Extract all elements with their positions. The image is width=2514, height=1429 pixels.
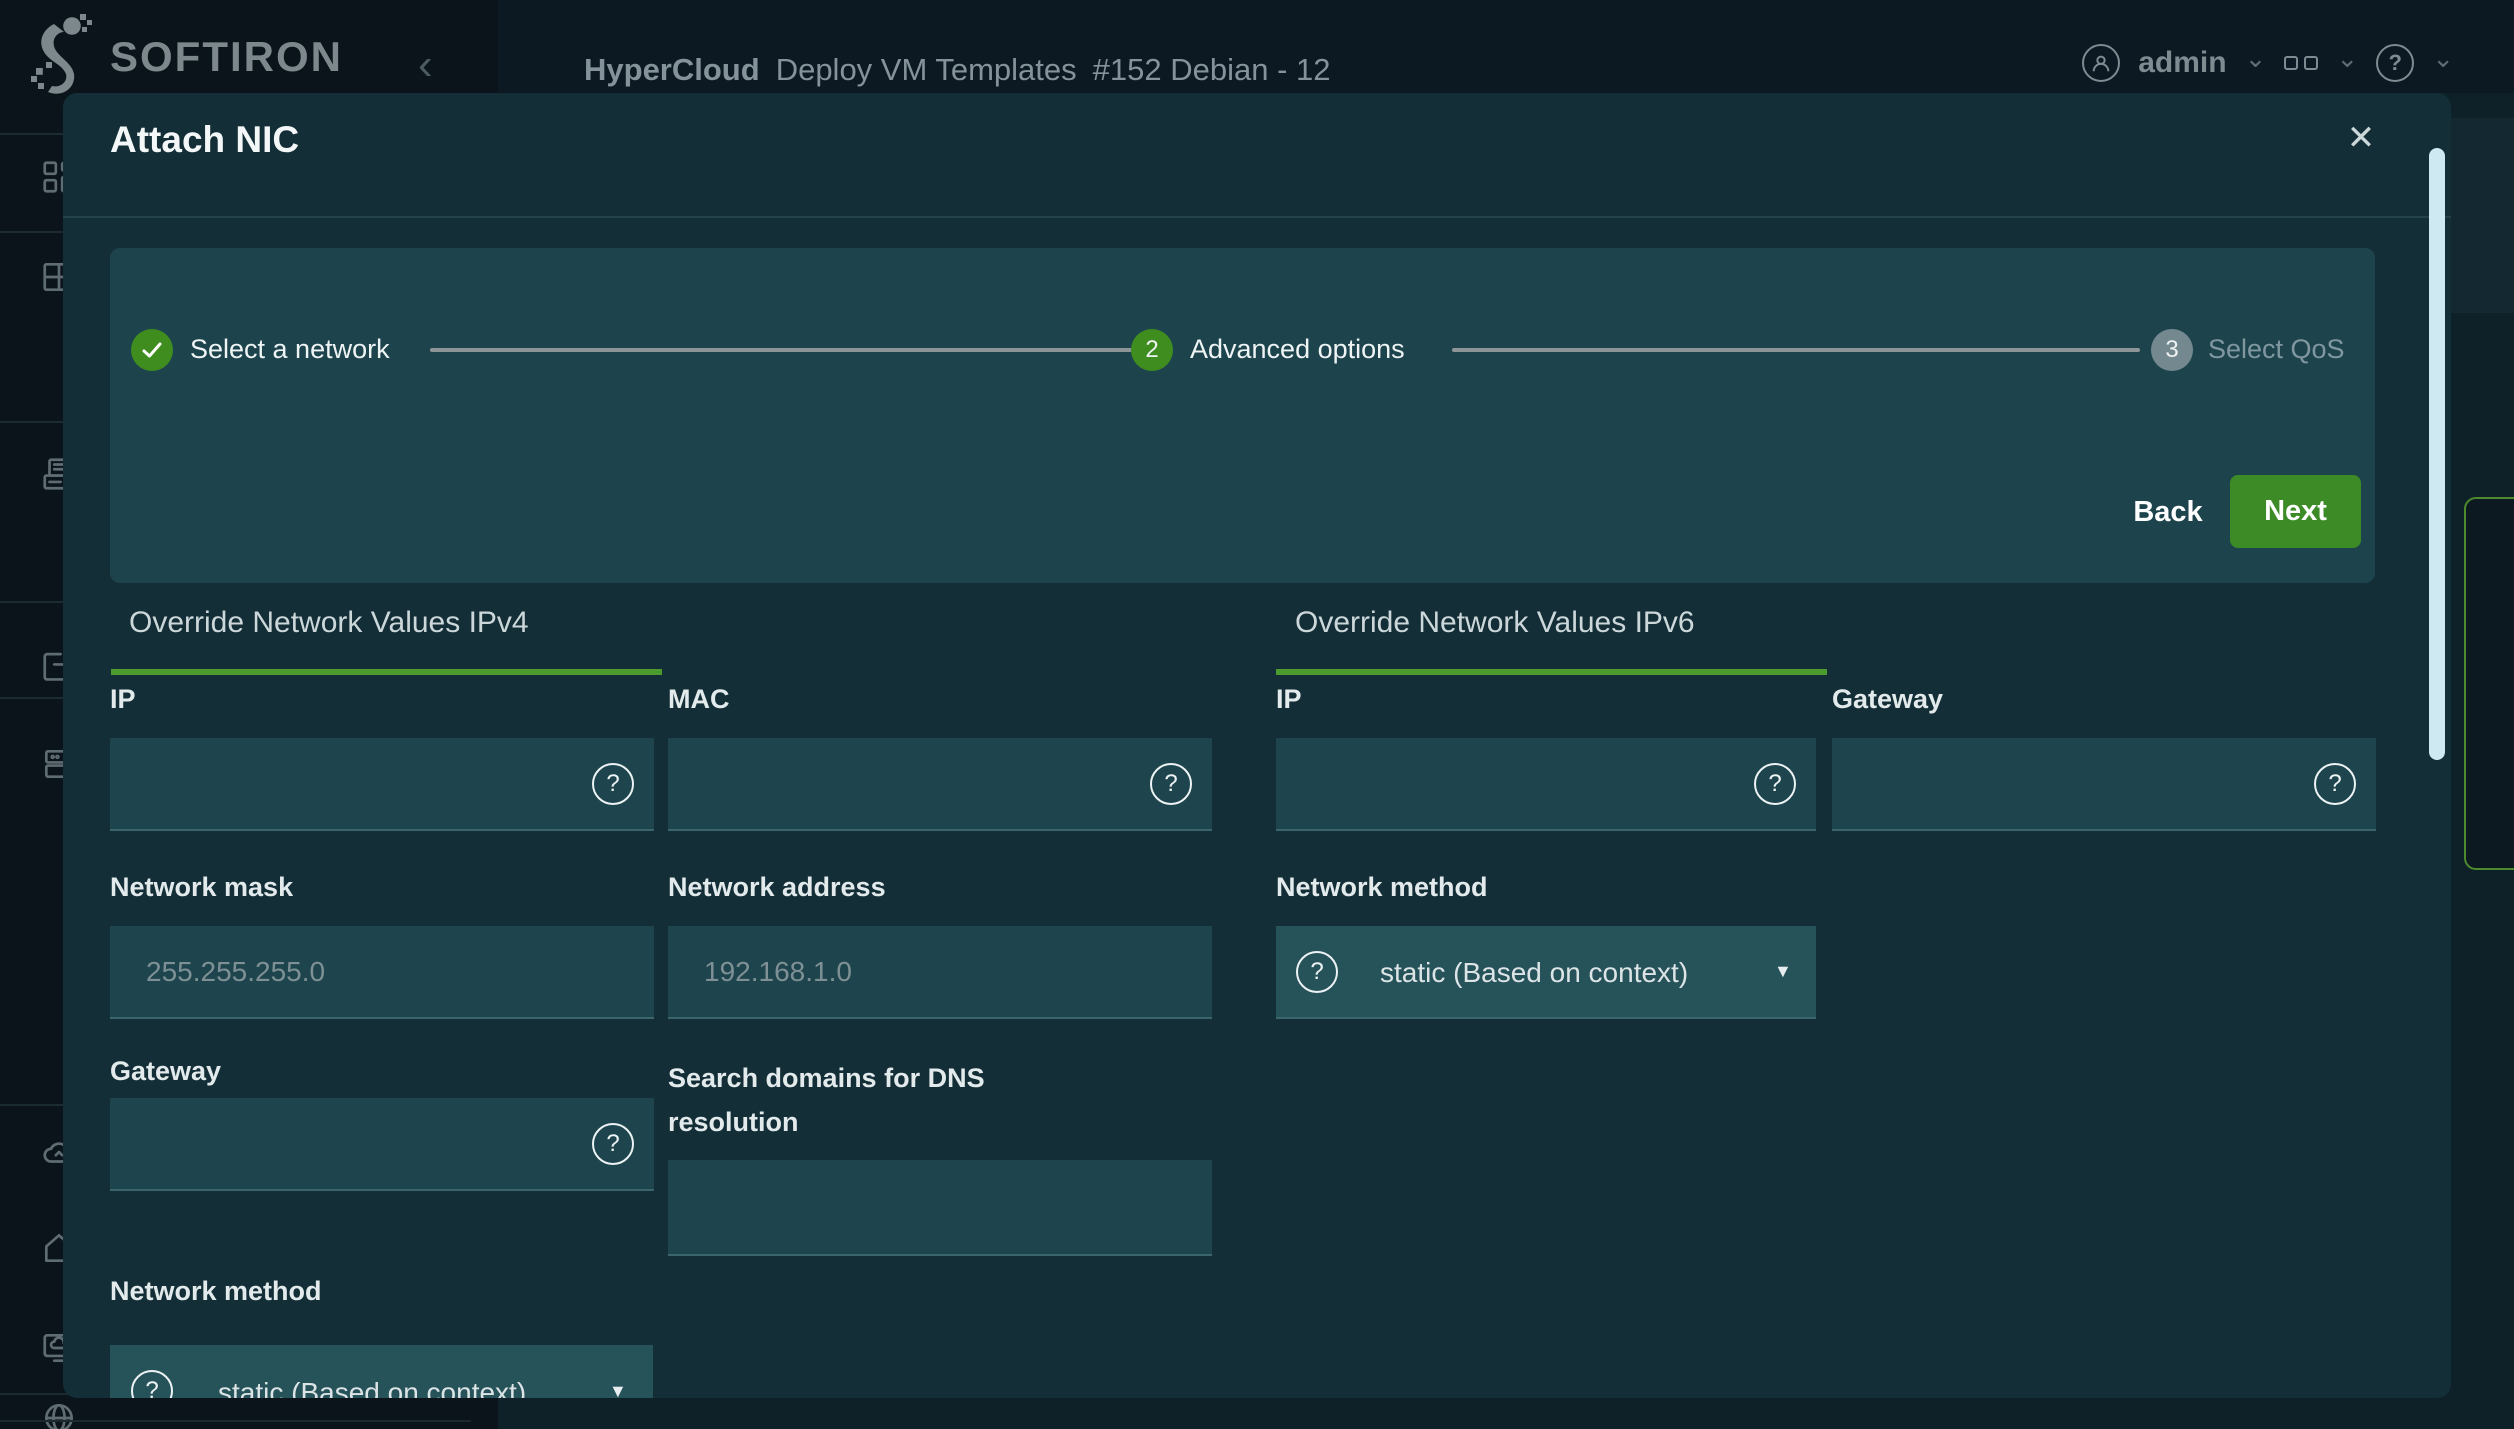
help-icon[interactable]: ?	[2376, 44, 2414, 82]
ipv6-ip-label: IP	[1276, 684, 1302, 715]
background-panel	[2451, 118, 2514, 313]
ipv4-mac-help-icon[interactable]: ?	[1150, 763, 1192, 805]
ipv6-method-help-icon[interactable]: ?	[1296, 951, 1338, 993]
ipv4-netaddr-label: Network address	[668, 872, 886, 903]
chevron-down-icon[interactable]: ⌄	[2432, 43, 2454, 74]
chevron-down-icon[interactable]: ⌄	[2336, 43, 2358, 74]
breadcrumb-app[interactable]: HyperCloud	[584, 52, 760, 88]
ipv4-section-title: Override Network Values IPv4	[129, 606, 529, 640]
step-1-label[interactable]: Select a network	[190, 334, 390, 365]
ipv4-mac-input[interactable]	[668, 738, 1212, 831]
back-button[interactable]: Back	[2128, 490, 2208, 534]
breadcrumb: HyperCloud Deploy VM Templates #152 Debi…	[584, 52, 1330, 88]
ipv4-method-caret-icon: ▼	[609, 1381, 627, 1398]
ipv4-netmask-label: Network mask	[110, 872, 293, 903]
ipv6-gateway-input[interactable]	[1832, 738, 2376, 831]
ipv6-method-value: static (Based on context)	[1380, 957, 1688, 989]
breadcrumb-item: #152 Debian - 12	[1093, 52, 1331, 88]
apps-grid-icon[interactable]	[2284, 56, 2318, 70]
step-2-number: 2	[1131, 329, 1173, 371]
globe-icon[interactable]	[40, 1399, 78, 1429]
background-divider	[0, 1420, 471, 1422]
gecko-logo-icon	[30, 12, 94, 101]
close-icon[interactable]: ✕	[2338, 115, 2384, 161]
modal-scrollbar[interactable]	[2429, 148, 2445, 760]
attach-nic-modal: Attach NIC ✕ Select a network 2 Advanced…	[63, 93, 2451, 1398]
background-green-button	[2464, 497, 2514, 870]
ipv4-netaddr-input[interactable]	[668, 926, 1212, 1019]
ipv4-ip-label: IP	[110, 684, 136, 715]
ipv6-method-label: Network method	[1276, 872, 1488, 903]
ipv4-section-underline	[111, 669, 662, 675]
user-avatar-icon[interactable]	[2082, 44, 2120, 82]
step-3-label[interactable]: Select QoS	[2208, 334, 2345, 365]
app-logo: SOFTIRON	[30, 12, 343, 101]
modal-title: Attach NIC	[110, 119, 299, 161]
ipv4-ip-help-icon[interactable]: ?	[592, 763, 634, 805]
ipv6-method-caret-icon: ▼	[1774, 961, 1792, 982]
ipv6-gateway-label: Gateway	[1832, 684, 1943, 715]
ipv6-section-underline	[1276, 669, 1827, 675]
screen: SOFTIRON ‹	[0, 0, 2514, 1429]
ipv4-dns-textarea[interactable]	[668, 1160, 1212, 1256]
ipv6-ip-help-icon[interactable]: ?	[1754, 763, 1796, 805]
step-connector	[430, 348, 1132, 352]
sidebar-collapse-icon[interactable]: ‹	[418, 40, 433, 90]
step-connector	[1452, 348, 2140, 352]
breadcrumb-section[interactable]: Deploy VM Templates	[776, 52, 1077, 88]
ipv6-section-title: Override Network Values IPv6	[1295, 606, 1695, 640]
step-2-label[interactable]: Advanced options	[1190, 334, 1405, 365]
ipv6-gateway-help-icon[interactable]: ?	[2314, 763, 2356, 805]
ipv4-gateway-label: Gateway	[110, 1056, 221, 1087]
ipv4-netmask-input[interactable]	[110, 926, 654, 1019]
topbar-actions: admin ⌄ ⌄ ? ⌄	[2082, 44, 2454, 82]
stepper-card: Select a network 2 Advanced options 3 Se…	[110, 248, 2375, 583]
step-1-check-icon	[131, 329, 173, 371]
modal-header-divider	[63, 216, 2451, 218]
ipv4-dns-label: Search domains for DNS resolution	[668, 1056, 1038, 1144]
ipv4-mac-label: MAC	[668, 684, 730, 715]
step-3-number: 3	[2151, 329, 2193, 371]
chevron-down-icon[interactable]: ⌄	[2245, 43, 2267, 74]
ipv4-ip-input[interactable]	[110, 738, 654, 831]
ipv4-gateway-help-icon[interactable]: ?	[592, 1123, 634, 1165]
ipv6-ip-input[interactable]	[1276, 738, 1816, 831]
ipv4-method-label: Network method	[110, 1276, 322, 1307]
ipv4-gateway-input[interactable]	[110, 1098, 654, 1191]
next-button[interactable]: Next	[2230, 475, 2361, 548]
ipv4-method-value: static (Based on context)	[218, 1377, 526, 1398]
user-name[interactable]: admin	[2138, 46, 2226, 80]
app-topbar: HyperCloud Deploy VM Templates #152 Debi…	[498, 0, 2514, 93]
brand-name: SOFTIRON	[110, 33, 343, 81]
